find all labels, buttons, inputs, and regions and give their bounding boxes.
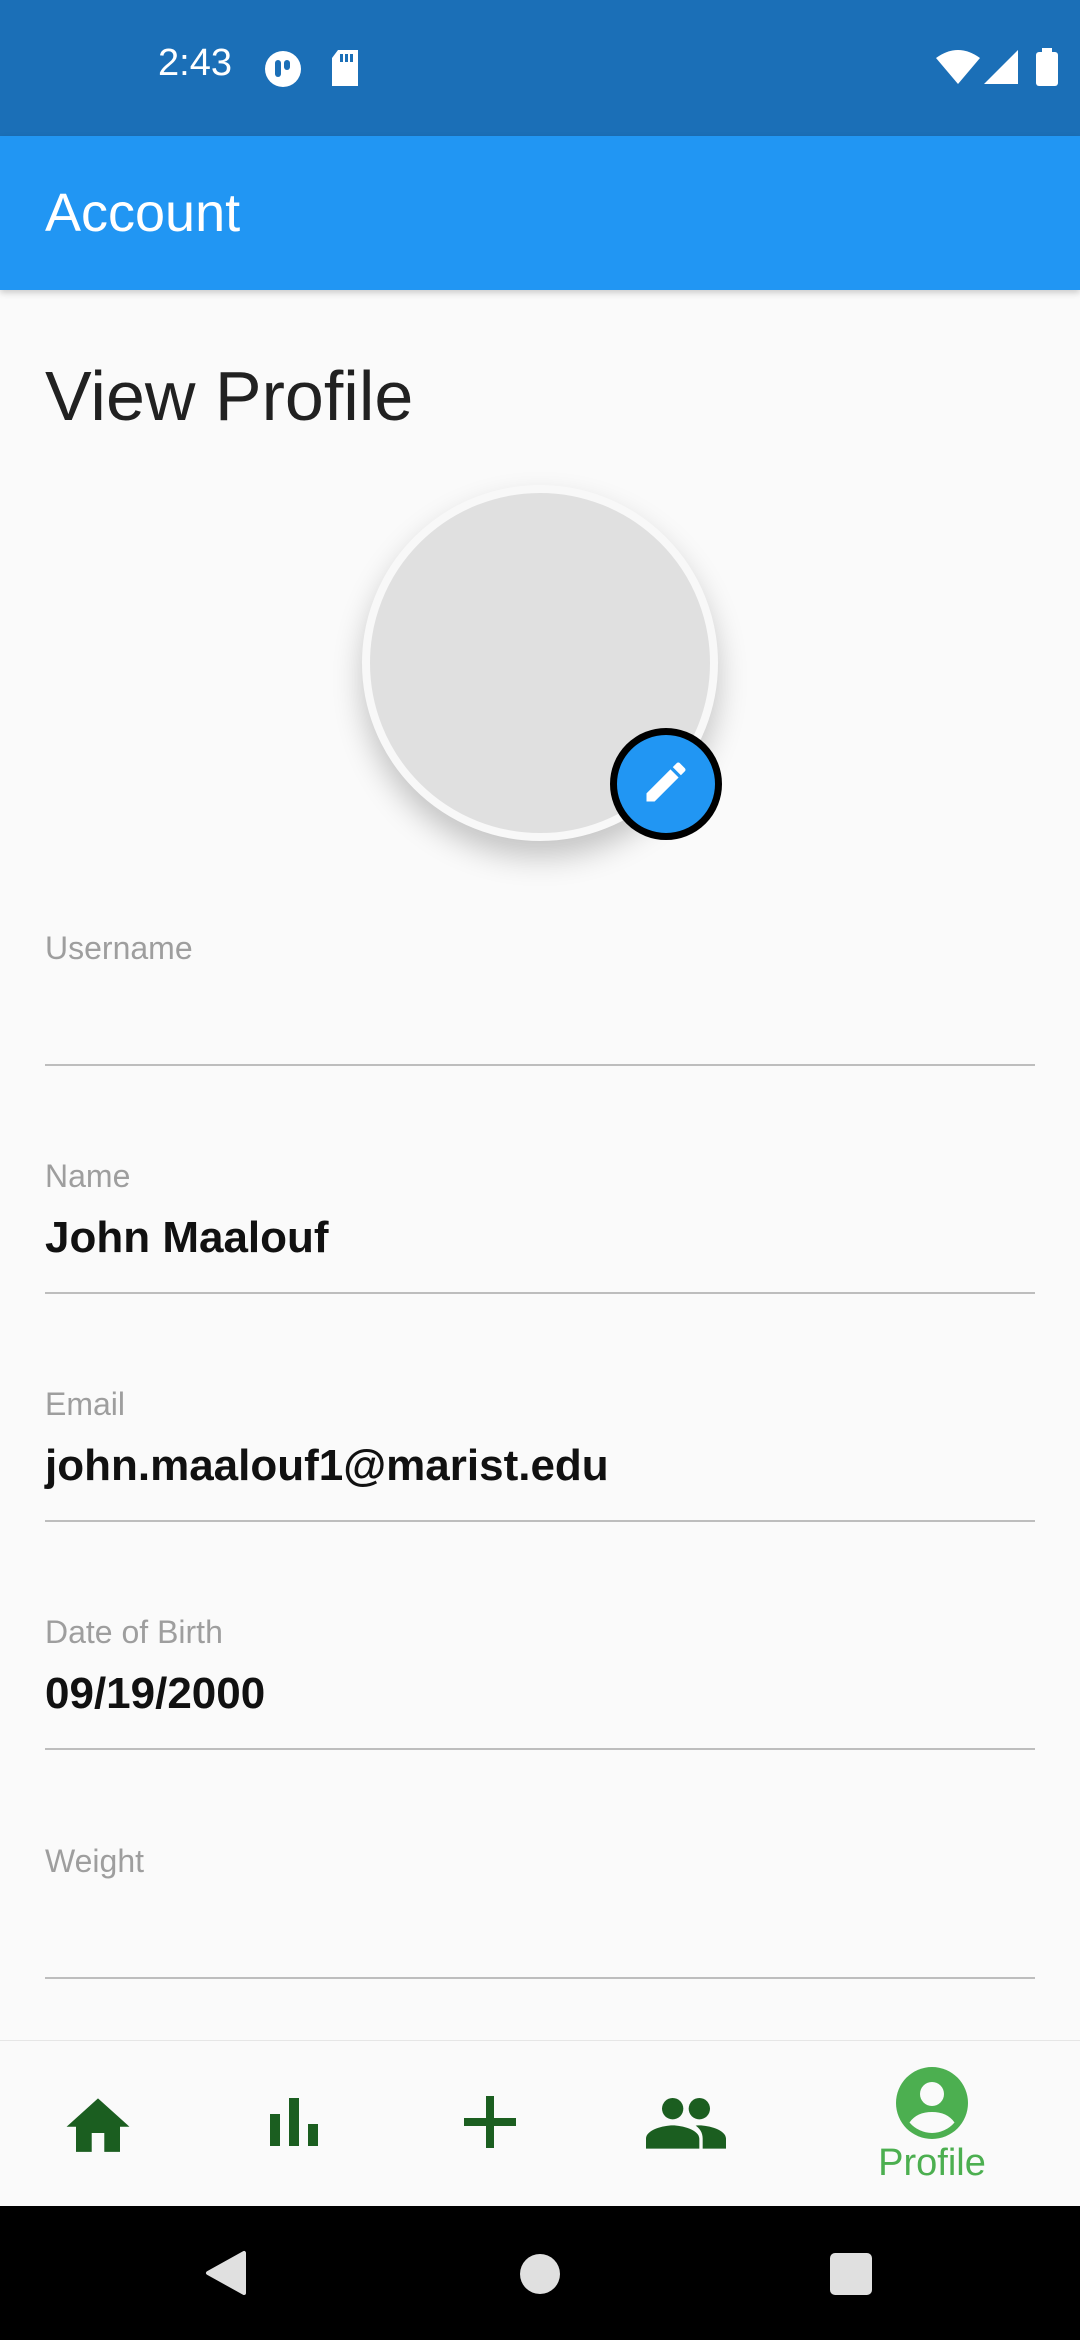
status-bar: 2:43 [0,0,1080,136]
name-label: Name [45,1158,131,1194]
home-button-icon[interactable] [519,2253,561,2300]
system-navigation-bar [0,2206,1080,2340]
status-time: 2:43 [158,42,232,84]
weight-underline [45,1977,1035,1979]
weight-label: Weight [45,1843,145,1879]
notification-app-icon [264,50,302,93]
date-of-birth-value: 09/19/2000 [45,1669,266,1718]
nav-profile-label: Profile [878,2142,986,2184]
username-field[interactable]: Username [45,930,1035,1070]
back-icon[interactable] [204,2249,248,2302]
bar-chart-icon [264,2092,324,2157]
date-of-birth-field[interactable]: Date of Birth 09/19/2000 [45,1614,1035,1754]
people-icon [646,2095,726,2154]
name-field[interactable]: Name John Maalouf [45,1158,1035,1298]
add-icon [462,2094,518,2155]
sd-card-icon [330,50,360,91]
date-of-birth-label: Date of Birth [45,1614,223,1650]
cell-signal-icon [984,50,1018,89]
nav-friends[interactable] [588,2041,784,2207]
bottom-navigation: Profile [0,2040,1080,2207]
wifi-icon [936,50,980,89]
email-underline [45,1520,1035,1522]
nav-add[interactable] [392,2041,588,2207]
weight-field[interactable]: Weight [45,1843,1035,1983]
username-underline [45,1064,1035,1066]
name-value: John Maalouf [45,1213,329,1262]
nav-profile[interactable]: Profile [832,2041,1032,2207]
avatar-container [362,485,722,841]
date-of-birth-underline [45,1748,1035,1750]
email-label: Email [45,1386,126,1422]
pencil-icon [640,756,692,813]
app-bar-title: Account [45,183,241,243]
nav-stats[interactable] [196,2041,392,2207]
recents-icon[interactable] [829,2252,873,2301]
email-field[interactable]: Email john.maalouf1@marist.edu [45,1386,1035,1526]
edit-avatar-button[interactable] [610,728,722,840]
username-label: Username [45,930,193,966]
nav-home[interactable] [0,2041,196,2207]
page-title: View Profile [45,357,414,435]
app-bar: Account [0,136,1080,290]
name-underline [45,1292,1035,1294]
email-value: john.maalouf1@marist.edu [45,1441,609,1490]
home-icon [60,2089,136,2160]
battery-icon [1036,48,1058,91]
account-circle-icon [896,2067,968,2144]
